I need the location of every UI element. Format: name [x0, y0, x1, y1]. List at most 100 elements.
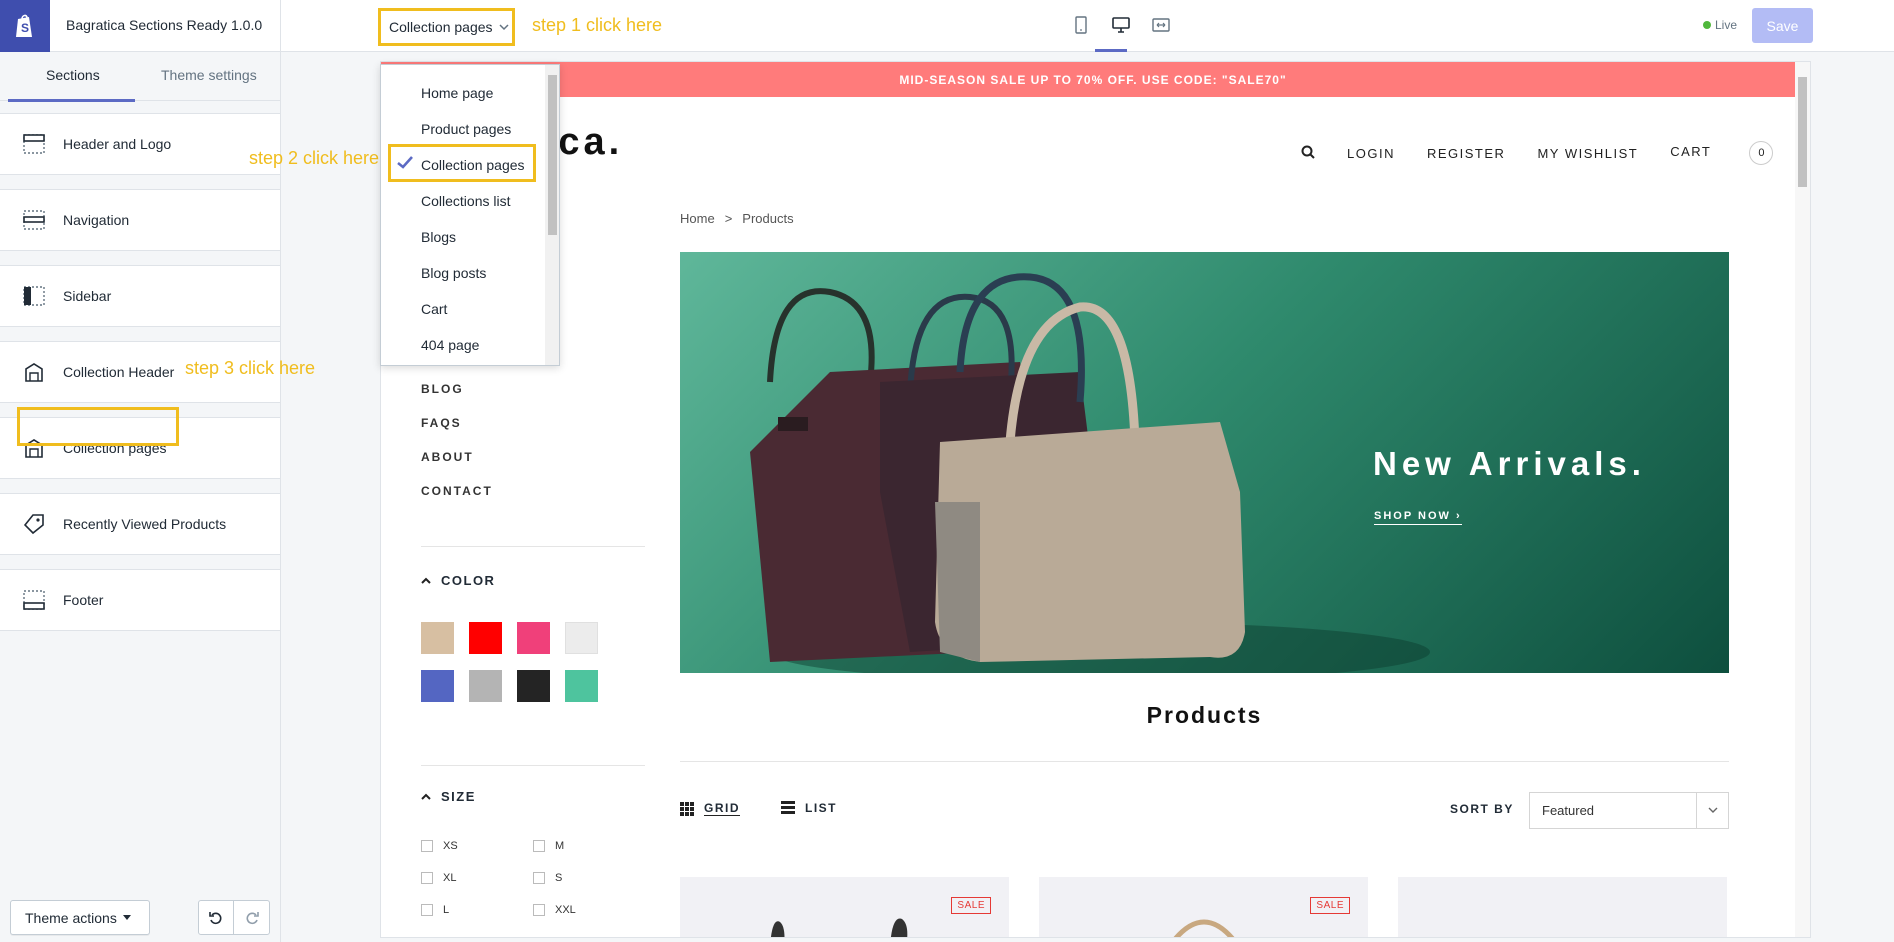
size-option[interactable]: XL [421, 872, 456, 884]
preview-scrollbar-thumb[interactable] [1798, 77, 1807, 187]
sidebar-menu-blog[interactable]: BLOG [421, 382, 464, 396]
list-view-button[interactable]: LIST [781, 801, 837, 815]
sidebar-menu-about[interactable]: ABOUT [421, 450, 474, 464]
section-sidebar[interactable]: Sidebar [0, 265, 280, 327]
color-swatch[interactable] [517, 670, 550, 702]
mobile-view-icon[interactable] [1070, 14, 1092, 36]
breadcrumb-current: Products [742, 211, 794, 226]
dropdown-option-home-page[interactable]: Home page [421, 85, 493, 101]
product-card[interactable]: SALE [1039, 877, 1368, 937]
list-label: LIST [805, 801, 837, 815]
checkbox[interactable] [533, 840, 545, 852]
color-swatch[interactable] [517, 622, 550, 654]
product-card[interactable] [1398, 877, 1727, 937]
redo-icon[interactable] [234, 901, 269, 934]
fullscreen-view-icon[interactable] [1150, 14, 1172, 36]
size-filter-toggle[interactable]: SIZE [421, 789, 476, 804]
active-tab-indicator [8, 99, 135, 102]
active-view-indicator [1095, 49, 1127, 52]
theme-actions-label: Theme actions [25, 909, 117, 926]
checkbox[interactable] [421, 904, 433, 916]
hero-shop-now-link[interactable]: SHOP NOW › [1374, 510, 1462, 525]
sidebar-menu-contact[interactable]: CONTACT [421, 484, 493, 498]
color-swatch[interactable] [565, 622, 598, 654]
checkbox[interactable] [533, 904, 545, 916]
section-label: Collection Header [63, 364, 175, 380]
size-label: L [443, 904, 450, 916]
size-label: S [555, 872, 563, 884]
collection-hero-banner[interactable]: New Arrivals. SHOP NOW › [680, 252, 1729, 673]
checkbox[interactable] [421, 840, 433, 852]
sort-value: Featured [1542, 803, 1595, 818]
dropdown-option-blogs[interactable]: Blogs [421, 229, 456, 245]
breadcrumb-home[interactable]: Home [680, 211, 715, 226]
checkbox[interactable] [533, 872, 545, 884]
dropdown-scrollbar-thumb[interactable] [548, 75, 557, 235]
grid-icon [680, 801, 694, 816]
tab-theme-settings[interactable]: Theme settings [161, 67, 257, 83]
dropdown-scrollbar[interactable] [545, 65, 559, 365]
footer-icon [22, 588, 46, 612]
size-option[interactable]: M [533, 840, 564, 852]
dropdown-option-cart[interactable]: Cart [421, 301, 447, 317]
hero-cta-label: SHOP NOW [1374, 510, 1451, 522]
panel-divider [280, 0, 281, 942]
color-filter-toggle[interactable]: COLOR [421, 573, 495, 588]
size-option[interactable]: XS [421, 840, 458, 852]
section-header-and-logo[interactable]: Header and Logo [0, 113, 280, 175]
save-button[interactable]: Save [1752, 8, 1813, 43]
color-swatch[interactable] [421, 622, 454, 654]
dropdown-option-404-page[interactable]: 404 page [421, 337, 479, 353]
chevron-right-icon: › [1455, 510, 1462, 522]
section-label: Recently Viewed Products [63, 516, 227, 532]
register-link[interactable]: REGISTER [1427, 146, 1505, 161]
desktop-view-icon[interactable] [1110, 14, 1132, 36]
size-option[interactable]: S [533, 872, 562, 884]
section-recently-viewed-products[interactable]: Recently Viewed Products [0, 493, 280, 555]
breadcrumb: Home > Products [680, 211, 794, 226]
login-link[interactable]: LOGIN [1347, 146, 1395, 161]
tab-sections[interactable]: Sections [46, 67, 100, 83]
shopify-logo-icon[interactable]: S [0, 0, 50, 52]
step1-annotation: step 1 click here [532, 15, 663, 35]
cart-link[interactable]: CART 0 [1670, 141, 1805, 165]
undo-icon[interactable] [199, 901, 235, 934]
section-label: Header and Logo [63, 136, 172, 152]
grid-view-button[interactable]: GRID [680, 801, 740, 816]
chevron-up-icon [421, 793, 431, 800]
dropdown-option-product-pages[interactable]: Product pages [421, 121, 511, 137]
color-swatch[interactable] [421, 670, 454, 702]
dropdown-option-blog-posts[interactable]: Blog posts [421, 265, 486, 281]
section-footer[interactable]: Footer [0, 569, 280, 631]
top-bar: S Bagratica Sections Ready 1.0.0 Collect… [0, 0, 1894, 52]
sort-select[interactable]: Featured [1529, 792, 1729, 829]
hero-title: New Arrivals. [1373, 445, 1646, 482]
step2-highlight [388, 144, 536, 182]
size-filter-title: SIZE [441, 789, 476, 804]
color-filter-title: COLOR [441, 573, 496, 588]
preview-scrollbar[interactable] [1795, 62, 1810, 937]
color-swatch[interactable] [565, 670, 598, 702]
checkbox[interactable] [421, 872, 433, 884]
page-type-select[interactable]: Collection pages [378, 8, 515, 46]
dropdown-option-collections-list[interactable]: Collections list [421, 193, 510, 209]
wishlist-link[interactable]: MY WISHLIST [1537, 146, 1638, 161]
list-icon [781, 801, 795, 814]
section-navigation[interactable]: Navigation [0, 189, 280, 251]
theme-actions-button[interactable]: Theme actions [10, 900, 150, 935]
color-swatch[interactable] [469, 622, 502, 654]
promo-bar[interactable]: MID-SEASON SALE UP TO 70% OFF. USE CODE:… [381, 62, 1805, 97]
size-option[interactable]: L [421, 904, 449, 916]
size-label: M [555, 840, 565, 852]
search-icon[interactable] [1301, 145, 1315, 162]
svg-text:S: S [21, 21, 29, 35]
store-header-nav: LOGIN REGISTER MY WISHLIST CART 0 [1301, 141, 1805, 165]
sidebar-menu-faqs[interactable]: FAQS [421, 416, 462, 430]
product-card[interactable]: SALE [680, 877, 1009, 937]
step3-annotation: step 3 click here [185, 358, 316, 378]
size-option[interactable]: XXL [533, 904, 576, 916]
section-label: Footer [63, 592, 104, 608]
color-swatch[interactable] [469, 670, 502, 702]
section-label: Sidebar [63, 288, 112, 304]
product-image [771, 918, 908, 937]
